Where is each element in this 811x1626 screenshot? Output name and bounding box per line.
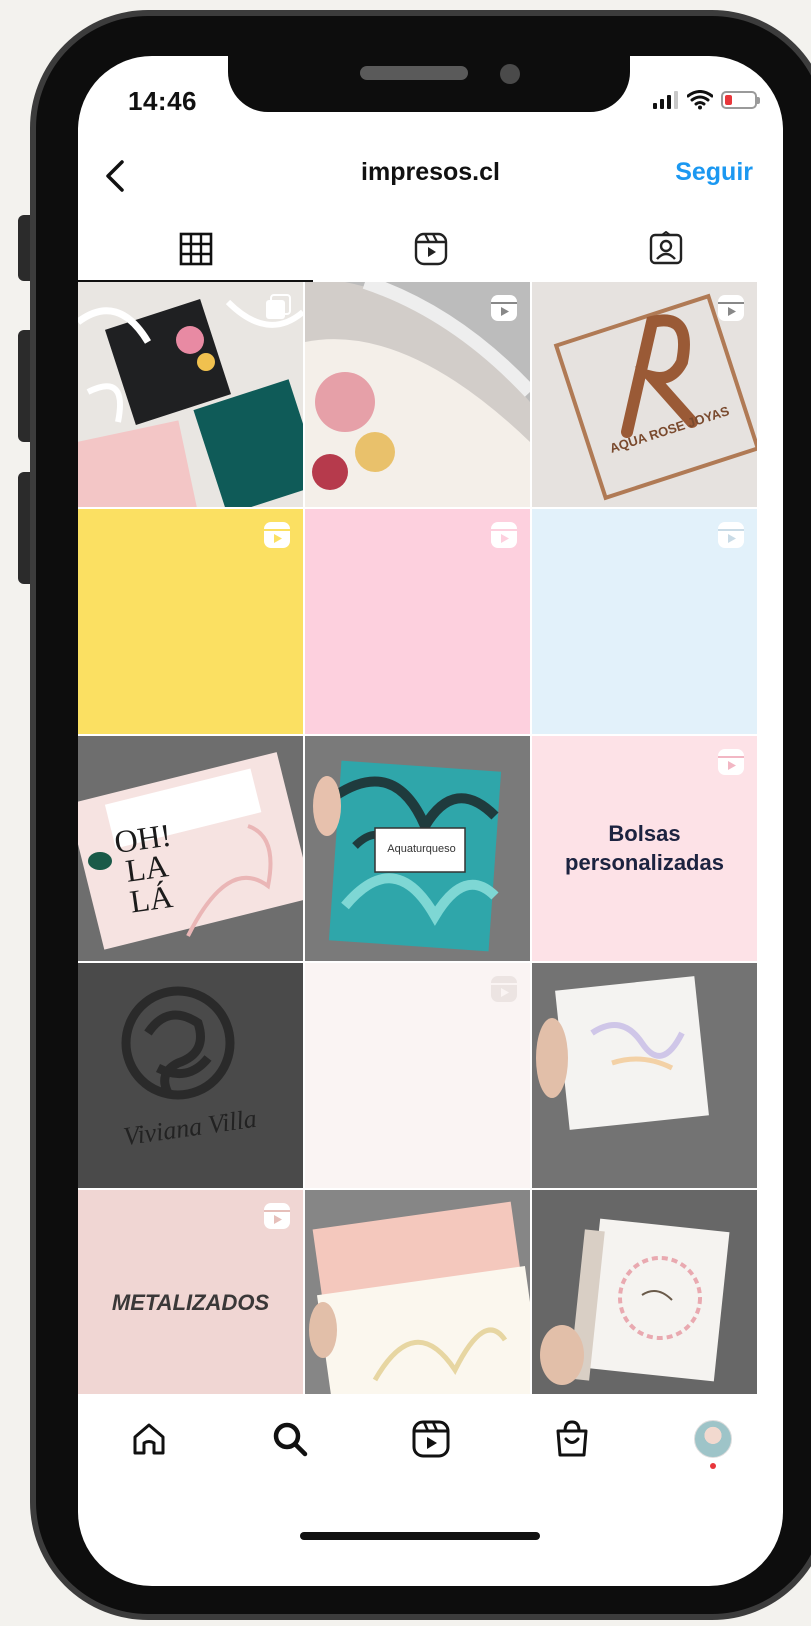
bottom-nav <box>78 1394 783 1484</box>
carousel-icon <box>266 294 291 319</box>
nav-search[interactable] <box>260 1409 320 1469</box>
tile-text: Aquaturqueso <box>387 842 456 855</box>
post-grid: AQUA ROSE JOYAS OH! LA LÁ Aquaturqueso B… <box>78 282 783 1415</box>
nav-shop[interactable] <box>542 1409 602 1469</box>
photo <box>532 963 757 1188</box>
post-giftcard-2[interactable] <box>305 1190 530 1415</box>
reels-icon <box>718 749 744 775</box>
photo <box>305 1190 530 1415</box>
post-holo-card[interactable] <box>532 963 757 1188</box>
tab-reels[interactable] <box>313 216 548 282</box>
post-viviana-villa[interactable]: Viviana Villa <box>78 963 303 1188</box>
post-scola-boxes[interactable] <box>78 282 303 507</box>
post-aqua-rose-joyas[interactable]: AQUA ROSE JOYAS <box>532 282 757 507</box>
reels-icon <box>718 295 744 321</box>
post-aquaturqueso[interactable]: Aquaturqueso <box>305 736 530 961</box>
post-giftcard[interactable]: OH! LA LÁ <box>78 736 303 961</box>
home-icon <box>133 1423 164 1455</box>
profile-tabs <box>78 216 783 282</box>
tile-text: METALIZADOS <box>111 1289 270 1315</box>
battery-icon <box>721 91 760 109</box>
notch <box>228 56 630 112</box>
grid-icon <box>179 232 212 266</box>
post-pink[interactable] <box>305 509 530 734</box>
wifi-icon <box>687 90 713 110</box>
reels-icon <box>264 522 290 548</box>
post-metalizados[interactable]: METALIZADOS <box>78 1190 303 1415</box>
post-yellow[interactable] <box>78 509 303 734</box>
reels-icon <box>491 522 517 548</box>
tile-text: Viviana Villa <box>122 1103 259 1152</box>
notification-dot <box>709 1463 716 1469</box>
home-indicator[interactable] <box>300 1532 540 1540</box>
nav-home[interactable] <box>119 1409 179 1469</box>
avatar <box>693 1420 732 1458</box>
reels-icon <box>491 295 517 321</box>
tab-tagged[interactable] <box>548 216 783 282</box>
status-icons <box>653 90 760 110</box>
photo <box>532 1190 757 1415</box>
reels-icon <box>718 522 744 548</box>
status-time: 14:46 <box>128 86 197 116</box>
reels-icon <box>414 232 447 266</box>
post-bolsas[interactable]: Bolsas personalizadas <box>532 736 757 961</box>
nav-profile[interactable] <box>683 1409 743 1469</box>
post-floral-box[interactable] <box>532 1190 757 1415</box>
post-ribbon-box[interactable] <box>305 282 530 507</box>
tile-text: OH! LA LÁ <box>112 816 175 920</box>
tile-text: Bolsas personalizadas <box>565 820 724 875</box>
tagged-icon <box>649 231 682 265</box>
signal-icon <box>653 91 678 109</box>
reels-icon <box>264 1203 290 1229</box>
reels-icon <box>412 1420 449 1458</box>
post-light-blue[interactable] <box>532 509 757 734</box>
phone-screen: 14:46 impresos.cl Seguir AQUA ROSE JOYAS… <box>78 56 783 1586</box>
reels-icon <box>491 976 517 1002</box>
speaker <box>360 66 468 80</box>
follow-button[interactable]: Seguir <box>675 158 753 187</box>
shop-icon <box>556 1420 587 1457</box>
search-icon <box>273 1422 307 1457</box>
tile-text: AQUA ROSE JOYAS <box>607 403 732 456</box>
profile-header: impresos.cl Seguir <box>78 148 783 204</box>
front-camera <box>500 64 520 84</box>
tab-grid[interactable] <box>78 216 313 282</box>
nav-reels[interactable] <box>401 1409 461 1469</box>
post-blank[interactable] <box>305 963 530 1188</box>
